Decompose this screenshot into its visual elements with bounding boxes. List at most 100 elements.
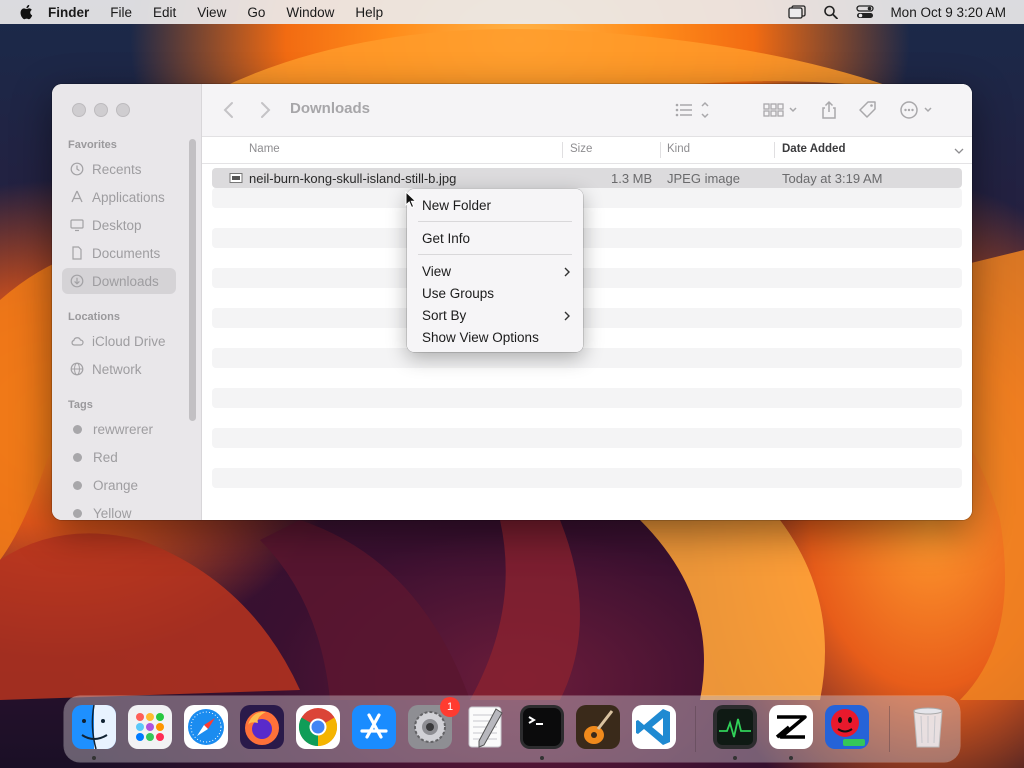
sidebar-tag-red[interactable]: Red [62,444,176,470]
sidebar-item-applications[interactable]: Applications [62,184,176,210]
context-menu-sort-by[interactable]: Sort By [422,308,466,323]
safari-icon[interactable] [182,703,230,751]
sidebar-item-network[interactable]: Network [62,356,176,382]
sort-descending-icon[interactable] [954,147,964,155]
empty-row [212,228,962,248]
minimize-window-button[interactable] [94,103,108,117]
list-view-icon[interactable] [674,100,710,120]
app-icon[interactable] [823,703,871,751]
download-icon [70,274,84,288]
system-settings-item[interactable]: 1 [406,697,460,751]
sidebar-tag-orange[interactable]: Orange [62,472,176,498]
column-header-name[interactable]: Name [249,143,280,155]
context-menu-new-folder[interactable]: New Folder [422,198,491,213]
context-menu-view[interactable]: View [422,264,451,279]
context-menu: New Folder Get Info View Use Groups Sort… [407,189,583,352]
empty-row [212,208,962,228]
column-divider[interactable] [562,142,563,158]
context-menu-use-groups[interactable]: Use Groups [422,286,494,301]
file-name: neil-burn-kong-skull-island-still-b.jpg [249,171,457,186]
file-row[interactable]: neil-burn-kong-skull-island-still-b.jpg … [212,168,962,188]
menu-app-finder[interactable]: Finder [48,5,89,20]
sidebar-item-label: Network [92,361,142,377]
forward-chevron-icon[interactable] [258,100,272,120]
menu-window[interactable]: Window [286,5,334,20]
sidebar-item-icloud-drive[interactable]: iCloud Drive [62,328,176,354]
sidebar-item-label: Yellow [93,505,132,521]
sidebar-item-label: Desktop [92,217,142,233]
stage-manager-icon[interactable] [788,5,807,19]
zoom-window-button[interactable] [116,103,130,117]
column-header-date-added[interactable]: Date Added [782,143,845,155]
vscode-icon[interactable] [630,703,678,751]
sidebar-scrollbar[interactable] [189,139,196,421]
column-header-kind[interactable]: Kind [667,143,690,155]
close-window-button[interactable] [72,103,86,117]
sidebar: Favorites Recents Applications Desktop D… [52,84,202,520]
file-list: neil-burn-kong-skull-island-still-b.jpg … [212,168,962,508]
context-menu-get-info[interactable]: Get Info [422,231,470,246]
sidebar-tag-yellow[interactable]: Yellow [62,500,176,520]
apple-icon[interactable] [18,3,36,21]
tag-dot-icon [73,480,82,490]
running-indicator [789,756,793,760]
empty-row [212,268,962,288]
tag-icon[interactable] [858,100,878,120]
empty-row [212,188,962,208]
garageband-icon[interactable] [574,703,622,751]
menu-view[interactable]: View [197,5,226,20]
sidebar-item-recents[interactable]: Recents [62,156,176,182]
firefox-icon[interactable] [238,703,286,751]
sidebar-tag-rewwrerer[interactable]: rewwrerer [62,416,176,442]
menu-file[interactable]: File [110,5,132,20]
sidebar-item-label: Documents [92,245,161,261]
file-browser: Downloads Name Size Kind Date Added neil… [202,84,972,520]
trash-icon[interactable] [904,703,952,751]
running-indicator [540,756,544,760]
sidebar-item-desktop[interactable]: Desktop [62,212,176,238]
textedit-icon[interactable] [462,703,510,751]
sidebar-item-label: Applications [92,189,165,205]
document-icon [72,246,82,260]
sidebar-item-label: Red [93,449,118,465]
menubar-clock[interactable]: Mon Oct 9 3:20 AM [890,5,1006,20]
sidebar-item-label: Recents [92,161,142,177]
column-divider[interactable] [660,142,661,158]
column-divider[interactable] [774,142,775,158]
column-header-row: Name Size Kind Date Added [202,137,972,164]
spotlight-search-icon[interactable] [822,5,840,19]
context-menu-show-view-options[interactable]: Show View Options [422,330,539,345]
finder-icon[interactable] [70,703,118,751]
empty-row [212,408,962,428]
tag-dot-icon [73,452,82,462]
terminal-icon[interactable] [518,703,566,751]
group-by-icon[interactable] [762,100,800,120]
chrome-icon[interactable] [294,703,342,751]
menu-go[interactable]: Go [247,5,265,20]
share-icon[interactable] [820,100,838,120]
activity-monitor-icon[interactable] [711,703,759,751]
menu-help[interactable]: Help [355,5,383,20]
menu-divider [418,254,572,255]
empty-row [212,368,962,388]
control-center-icon[interactable] [856,5,875,19]
launchpad-icon[interactable] [126,703,174,751]
dock-separator [695,706,696,752]
sidebar-item-label: Downloads [92,273,159,289]
clock-icon [70,162,84,176]
app-store-icon[interactable] [350,703,398,751]
empty-row [212,308,962,328]
capcut-icon[interactable] [767,703,815,751]
back-chevron-icon[interactable] [222,100,236,120]
window-controls [72,103,138,117]
menu-divider [418,221,572,222]
window-toolbar: Downloads [202,84,972,137]
sidebar-item-documents[interactable]: Documents [62,240,176,266]
applications-icon [71,190,83,203]
column-header-size[interactable]: Size [570,143,592,155]
menu-edit[interactable]: Edit [153,5,176,20]
image-file-icon [229,173,243,183]
sidebar-item-downloads[interactable]: Downloads [62,268,176,294]
empty-row [212,428,962,448]
more-actions-icon[interactable] [899,100,937,120]
